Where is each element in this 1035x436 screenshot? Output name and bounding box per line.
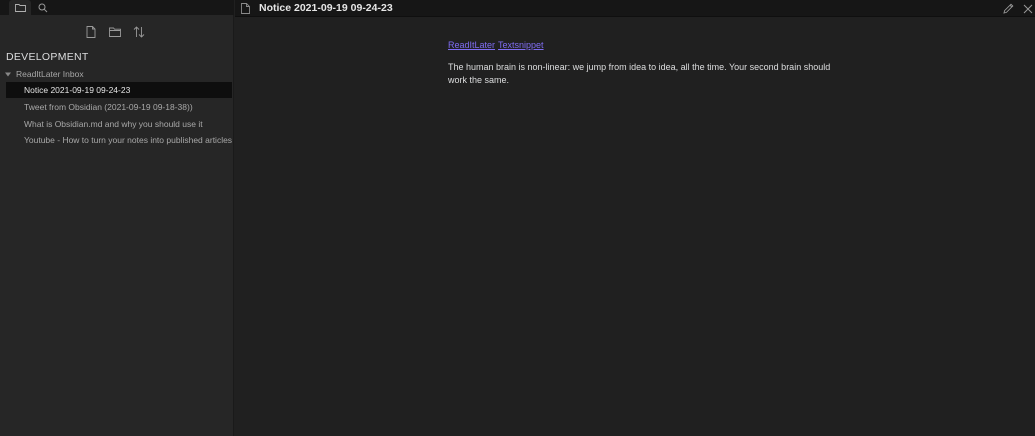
note-body-text: The human brain is non-linear: we jump f… [448,62,831,85]
new-note-icon [86,26,96,38]
file-item-tweet[interactable]: Tweet from Obsidian (2021-09-19 09-18-38… [6,99,232,115]
file-explorer-actions [0,22,234,42]
note-content: ReadItLater Textsnippet The human brain i… [448,39,848,87]
view-header: Notice 2021-09-19 09-24-23 [235,0,1035,17]
app-window: DEVELOPMENT ReadItLater Inbox Notice 202… [0,0,1035,436]
file-explorer-sidebar: DEVELOPMENT ReadItLater Inbox Notice 202… [0,0,234,436]
folder-icon [14,3,26,12]
chevron-down-icon[interactable] [1,67,15,81]
new-note-button[interactable] [82,22,100,42]
note-view: Notice 2021-09-19 09-24-23 ReadItLater Te… [235,0,1035,436]
tags-line: ReadItLater Textsnippet [448,39,848,52]
sort-button[interactable] [130,22,148,42]
folder-label: ReadItLater Inbox [16,69,84,79]
vault-name: DEVELOPMENT [6,51,89,63]
file-item-label: Notice 2021-09-19 09-24-23 [24,85,131,95]
file-item-youtube[interactable]: Youtube - How to turn your notes into pu… [6,132,232,148]
tab-search[interactable] [34,0,52,15]
close-button[interactable] [1020,1,1035,16]
sidebar-tab-bar [0,0,234,15]
tag-textsnippet[interactable]: Textsnippet [498,40,544,50]
tag-readitlater[interactable]: ReadItLater [448,40,495,50]
new-folder-icon [109,27,121,37]
document-icon[interactable] [240,2,251,15]
sort-icon [133,26,145,38]
search-icon [38,3,48,13]
new-folder-button[interactable] [106,22,124,42]
tab-file-explorer[interactable] [9,0,31,15]
file-item-notice[interactable]: Notice 2021-09-19 09-24-23 [6,82,232,98]
close-icon [1023,4,1033,14]
folder-readitlater-inbox[interactable]: ReadItLater Inbox [0,67,232,81]
pencil-icon [1003,3,1014,14]
file-item-label: Youtube - How to turn your notes into pu… [24,135,232,145]
view-title[interactable]: Notice 2021-09-19 09-24-23 [259,1,393,15]
file-item-obsidian[interactable]: What is Obsidian.md and why you should u… [6,116,232,132]
file-item-label: Tweet from Obsidian (2021-09-19 09-18-38… [24,102,193,112]
file-item-label: What is Obsidian.md and why you should u… [24,119,203,129]
edit-button[interactable] [1001,1,1016,16]
